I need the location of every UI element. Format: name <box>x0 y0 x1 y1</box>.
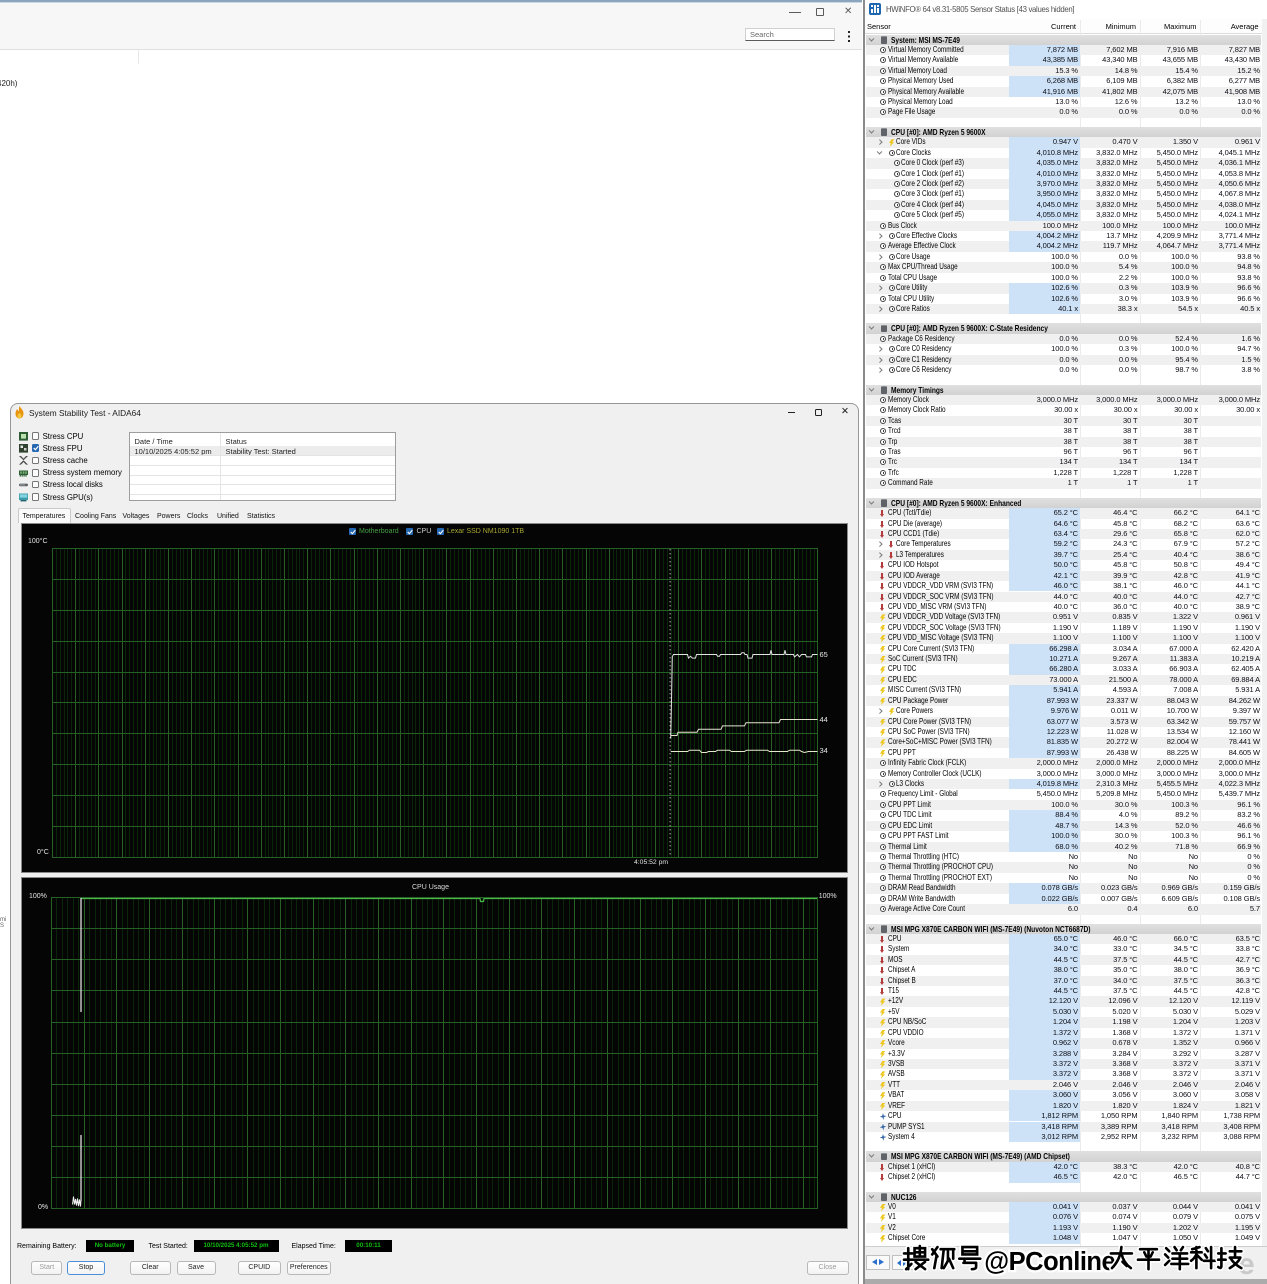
svg-text:@PConline: @PConline <box>984 1248 1115 1276</box>
